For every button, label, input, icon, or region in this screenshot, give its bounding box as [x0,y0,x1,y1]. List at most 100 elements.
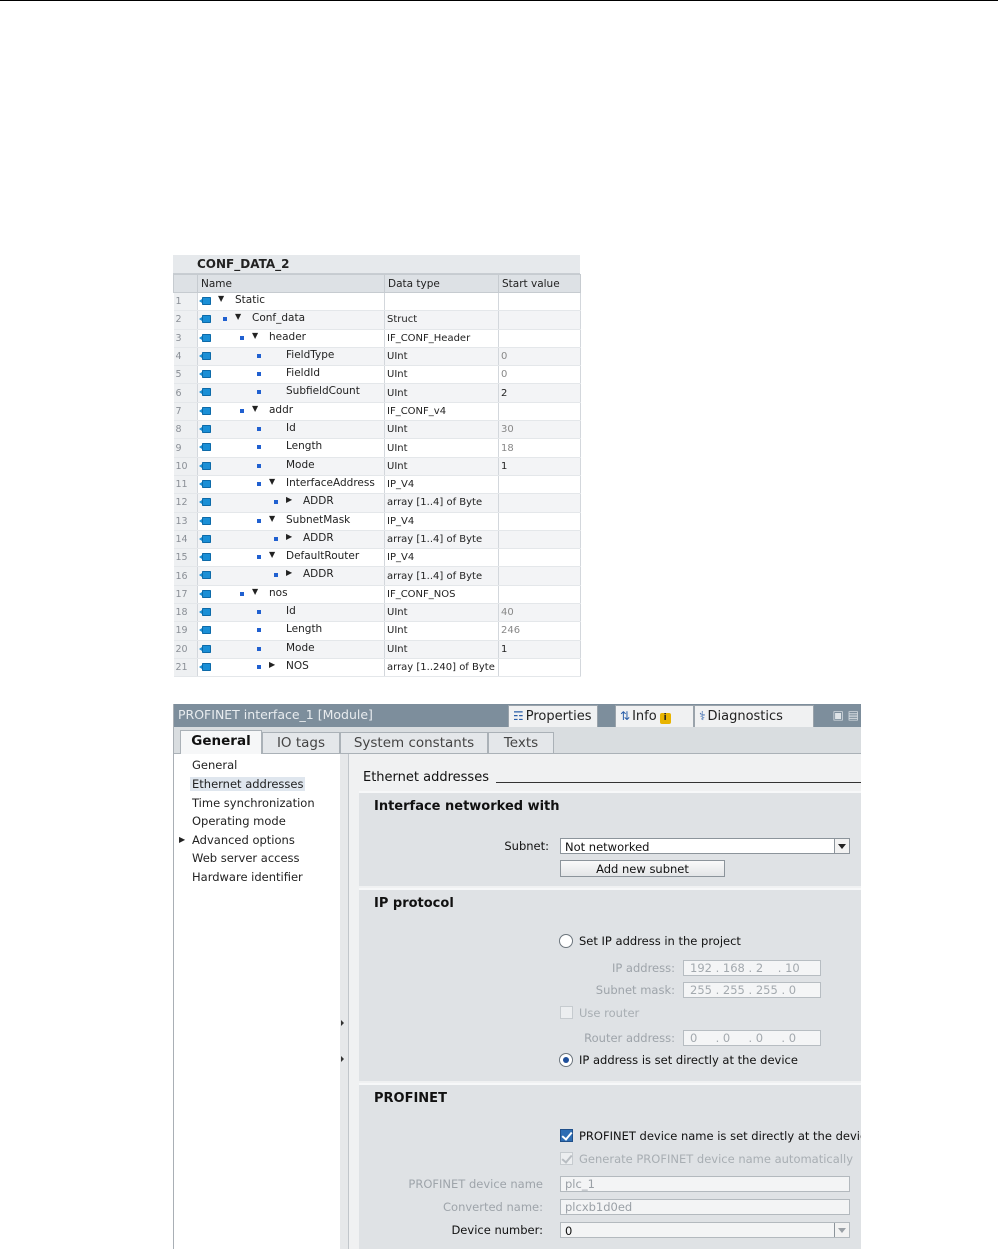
row-name-cell[interactable]: ▼ nos [197,585,385,605]
row-data-type[interactable]: UInt [384,365,499,385]
row-data-type[interactable]: IF_CONF_NOS [384,585,499,605]
nav-item-advanced-options[interactable]: Advanced options [192,833,295,847]
row-data-type[interactable] [384,292,499,312]
row-data-type[interactable]: UInt [384,603,499,623]
row-data-type[interactable]: UInt [384,420,499,440]
table-row[interactable]: 19 Length UInt 246 [173,621,581,641]
row-name-cell[interactable]: FieldId [197,365,385,385]
nav-item-operating-mode[interactable]: Operating mode [192,814,286,828]
collapse-triangle-icon[interactable]: ▼ [269,477,275,486]
row-start-value[interactable] [498,658,581,678]
row-data-type[interactable]: IF_CONF_v4 [384,402,499,422]
row-name-cell[interactable]: ▶ ADDR [197,530,385,550]
row-name-cell[interactable]: Id [197,603,385,623]
row-data-type[interactable]: UInt [384,640,499,659]
row-data-type[interactable]: UInt [384,438,499,458]
tab-texts[interactable]: Texts [488,732,554,753]
device-name-field[interactable]: plc_1 [560,1176,850,1192]
table-row[interactable]: 18 Id UInt 40 [173,603,581,623]
table-row[interactable]: 8 Id UInt 30 [173,420,581,440]
row-start-value[interactable]: 0 [498,347,581,367]
row-start-value[interactable]: 30 [498,420,581,440]
row-start-value[interactable]: 40 [498,603,581,623]
row-start-value[interactable] [498,475,581,495]
row-start-value[interactable] [498,585,581,605]
row-start-value[interactable] [498,329,581,348]
row-data-type[interactable]: UInt [384,383,499,403]
row-name-cell[interactable]: FieldType [197,347,385,367]
chevron-down-icon[interactable] [834,1223,849,1237]
row-name-cell[interactable]: Length [197,621,385,641]
table-row[interactable]: 5 FieldId UInt 0 [173,365,581,385]
row-start-value[interactable]: 0 [498,365,581,385]
collapse-triangle-icon[interactable]: ▼ [252,587,258,596]
subnet-mask-field[interactable]: 255 . 255 . 255 . 0 [683,982,821,998]
device-name-at-device-checkbox[interactable] [560,1129,573,1142]
set-ip-in-project-radio[interactable] [559,934,573,948]
row-start-value[interactable]: 246 [498,621,581,641]
header-data-type[interactable]: Data type [384,274,499,293]
table-row[interactable]: 4 FieldType UInt 0 [173,347,581,367]
row-data-type[interactable]: array [1..4] of Byte [384,530,499,550]
row-start-value[interactable] [498,566,581,586]
row-start-value[interactable]: 18 [498,438,581,458]
nav-item-ethernet-addresses[interactable]: Ethernet addresses [190,777,306,791]
collapse-left-icon[interactable] [341,1016,345,1030]
table-row[interactable]: 21 ▶ NOS array [1..240] of Byte [173,658,581,678]
collapse-triangle-icon[interactable]: ▼ [269,514,275,523]
nav-item-web-server-access[interactable]: Web server access [192,851,300,865]
row-start-value[interactable] [498,548,581,568]
row-data-type[interactable]: array [1..240] of Byte [384,658,499,678]
row-data-type[interactable]: UInt [384,347,499,367]
table-row[interactable]: 10 Mode UInt 1 [173,457,581,476]
ip-set-at-device-radio[interactable] [559,1053,573,1067]
row-name-cell[interactable]: ▼ addr [197,402,385,422]
diagnostics-tab[interactable]: ⚕ Diagnostics [694,705,814,727]
expand-arrow-icon[interactable]: ▶ [179,835,185,844]
row-name-cell[interactable]: SubfieldCount [197,383,385,403]
tab-system-constants[interactable]: System constants [340,732,488,753]
table-row[interactable]: 9 Length UInt 18 [173,438,581,458]
chevron-down-icon[interactable] [834,839,849,853]
row-name-cell[interactable]: Id [197,420,385,440]
row-name-cell[interactable]: ▶ ADDR [197,493,385,513]
row-start-value[interactable]: 1 [498,457,581,476]
window-restore-icon[interactable]: ▣ ▤ [833,708,860,722]
row-name-cell[interactable]: Length [197,438,385,458]
nav-item-hardware-identifier[interactable]: Hardware identifier [192,870,303,884]
table-row[interactable]: 16 ▶ ADDR array [1..4] of Byte [173,566,581,586]
expand-triangle-icon[interactable]: ▶ [286,532,292,541]
row-data-type[interactable]: array [1..4] of Byte [384,566,499,586]
row-name-cell[interactable]: ▼ InterfaceAddress [197,475,385,495]
table-row[interactable]: 17 ▼ nos IF_CONF_NOS [173,585,581,605]
table-row[interactable]: 13 ▼ SubnetMask IP_V4 [173,512,581,531]
row-name-cell[interactable]: ▼ Conf_data [197,310,385,330]
row-start-value[interactable] [498,512,581,531]
tab-general[interactable]: General [180,730,262,754]
nav-item-time-synchronization[interactable]: Time synchronization [192,796,315,810]
table-row[interactable]: 2 ▼ Conf_data Struct [173,310,581,330]
expand-triangle-icon[interactable]: ▶ [269,660,275,669]
collapse-triangle-icon[interactable]: ▼ [218,294,224,303]
use-router-checkbox[interactable] [560,1006,573,1019]
ip-address-field[interactable]: 192 . 168 . 2 . 10 [683,960,821,976]
router-address-field[interactable]: 0 . 0 . 0 . 0 [683,1030,821,1046]
subnet-dropdown[interactable]: Not networked [560,838,850,854]
row-data-type[interactable]: array [1..4] of Byte [384,493,499,513]
row-start-value[interactable] [498,530,581,550]
table-row[interactable]: 11 ▼ InterfaceAddress IP_V4 [173,475,581,495]
row-name-cell[interactable]: ▼ Static [197,292,385,312]
table-row[interactable]: 7 ▼ addr IF_CONF_v4 [173,402,581,422]
row-start-value[interactable] [498,493,581,513]
pane-splitter[interactable] [340,754,349,1249]
row-data-type[interactable]: IP_V4 [384,512,499,531]
expand-triangle-icon[interactable]: ▶ [286,568,292,577]
collapse-triangle-icon[interactable]: ▼ [269,550,275,559]
table-row[interactable]: 20 Mode UInt 1 [173,640,581,659]
collapse-triangle-icon[interactable]: ▼ [252,331,258,340]
row-data-type[interactable]: UInt [384,457,499,476]
header-name[interactable]: Name [197,274,385,293]
collapse-triangle-icon[interactable]: ▼ [252,404,258,413]
row-name-cell[interactable]: ▼ SubnetMask [197,512,385,531]
table-row[interactable]: 6 SubfieldCount UInt 2 [173,383,581,403]
